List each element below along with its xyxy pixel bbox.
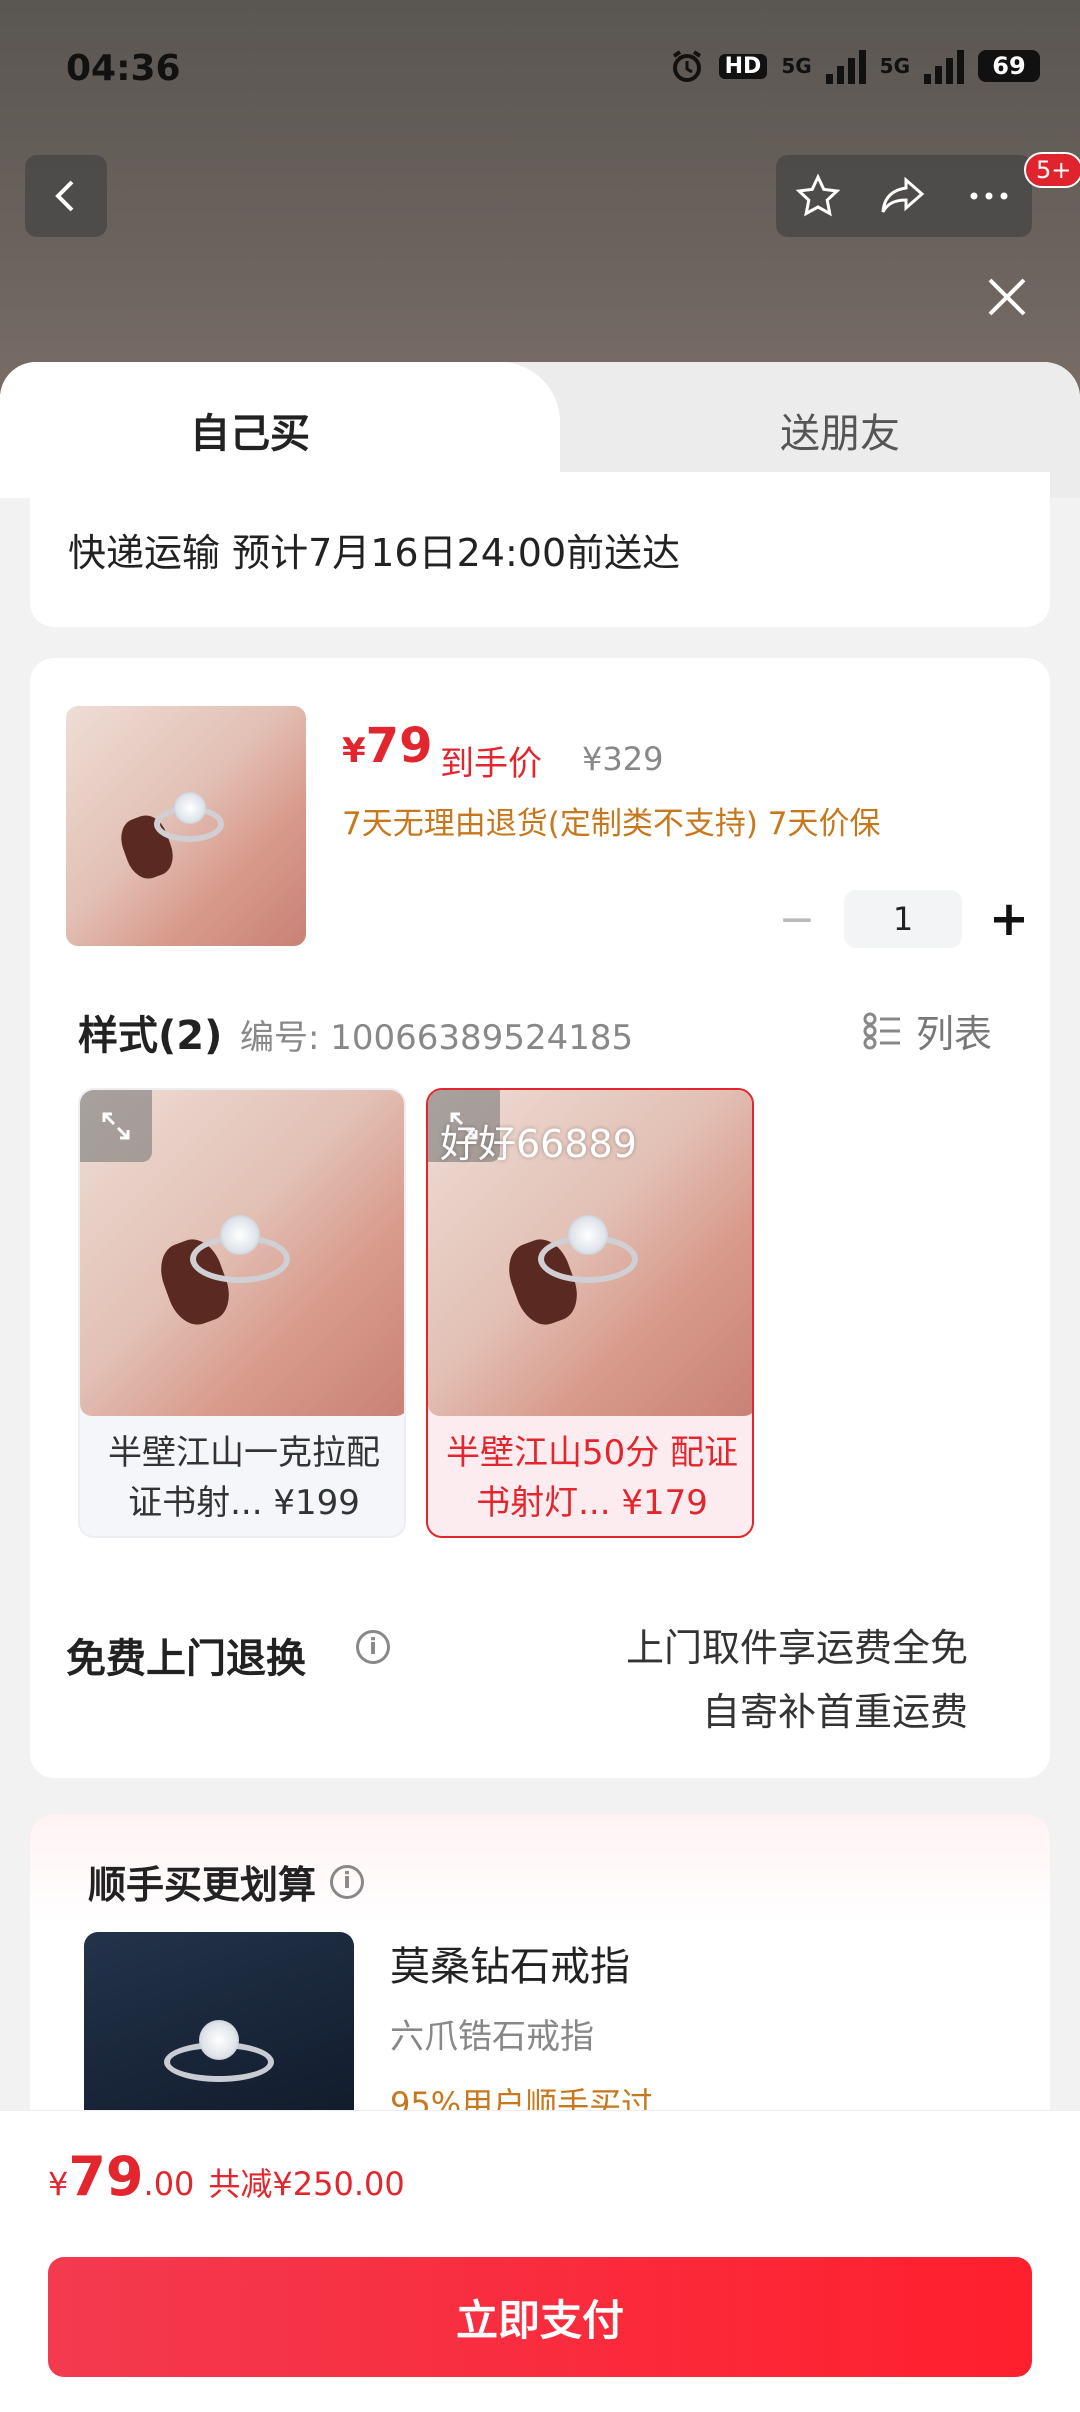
signal-icon-1 [825, 48, 866, 84]
bundle-item-name[interactable]: 莫桑钻石戒指 [390, 1934, 630, 1992]
return-line-2: 自寄补首重运费 [701, 1690, 968, 1734]
checkout-bar: ¥ 79 .00 共减¥250.00 立即支付 [0, 2110, 1080, 2412]
decrease-button[interactable]: − [770, 892, 824, 946]
top-actions [776, 155, 1032, 237]
shipping-text: 快递运输 预计7月16日24:00前送达 [68, 531, 681, 575]
style-option-1[interactable]: 半壁江山一克拉配证书射... ¥199 [78, 1088, 406, 1538]
service-promises: 7天无理由退货(定制类不支持) 7天价保 [342, 806, 881, 842]
share-icon[interactable] [878, 172, 928, 220]
bundle-title: 顺手买更划算 i [88, 1854, 365, 1909]
expand-icon[interactable] [80, 1090, 152, 1162]
status-time: 04:36 [66, 48, 181, 89]
increase-button[interactable]: + [982, 891, 1036, 947]
signal-icon-2 [924, 48, 964, 84]
product-code: 编号: 10066389524185 [240, 1018, 634, 1058]
top-nav [0, 155, 1080, 239]
alarm-icon [672, 50, 701, 82]
product-card: ¥79 到手价 ¥329 7天无理由退货(定制类不支持) 7天价保 − 1 + … [30, 658, 1050, 1778]
bundle-item-subtitle: 六爪锆石戒指 [390, 2017, 594, 2057]
purchase-sheet: 送朋友 自己买 快递运输 预计7月16日24:00前送达 ¥79 到手价 ¥32… [0, 362, 1080, 2412]
status-icons: HD 5G 5G 69 [669, 48, 1040, 84]
style-option-label: 半壁江山一克拉配证书射... ¥199 [108, 1433, 380, 1523]
network-label-2: 5G [879, 54, 910, 78]
price: ¥79 [342, 718, 433, 774]
back-button[interactable] [25, 155, 107, 237]
status-bar: 04:36 HD 5G 5G 69 [0, 0, 1080, 140]
battery-icon: 69 [978, 50, 1040, 82]
shipping-card: 快递运输 预计7月16日24:00前送达 [30, 472, 1050, 627]
list-view-button[interactable]: 列表 [862, 1003, 992, 1058]
watermark-text: 好好66889 [440, 1122, 637, 1166]
discount-total: 共减¥250.00 [208, 2165, 405, 2203]
bundle-title-text: 顺手买更划算 [88, 1863, 317, 1907]
return-details: 上门取件享运费全免 自寄补首重运费 [626, 1616, 968, 1744]
total-price: ¥ 79 .00 共减¥250.00 [48, 2145, 405, 2208]
list-label: 列表 [916, 1012, 993, 1056]
more-icon[interactable] [964, 172, 1014, 220]
network-label-1: 5G [781, 54, 812, 78]
return-line-1: 上门取件享运费全免 [625, 1626, 968, 1670]
info-icon[interactable]: i [356, 1630, 390, 1664]
price-tag: 到手价 [440, 744, 542, 784]
original-price: ¥329 [582, 740, 664, 778]
quantity-value[interactable]: 1 [844, 890, 962, 948]
list-icon [863, 1012, 900, 1049]
close-icon[interactable] [982, 272, 1032, 322]
product-thumbnail[interactable] [66, 706, 306, 946]
style-option-label: 半壁江山50分 配证书射灯... ¥179 [445, 1433, 739, 1523]
hd-icon: HD [718, 53, 768, 79]
pay-now-button[interactable]: 立即支付 [48, 2257, 1032, 2377]
star-icon[interactable] [794, 172, 842, 220]
style-heading: 样式(2) [78, 1013, 223, 1059]
quantity-stepper: − 1 + [770, 890, 1036, 948]
chevron-left-icon [55, 180, 74, 212]
info-icon[interactable]: i [330, 1864, 365, 1899]
return-title: 免费上门退换 [66, 1636, 306, 1682]
bundle-item-image[interactable] [84, 1932, 354, 2132]
notification-badge: 5+ [1024, 152, 1080, 188]
